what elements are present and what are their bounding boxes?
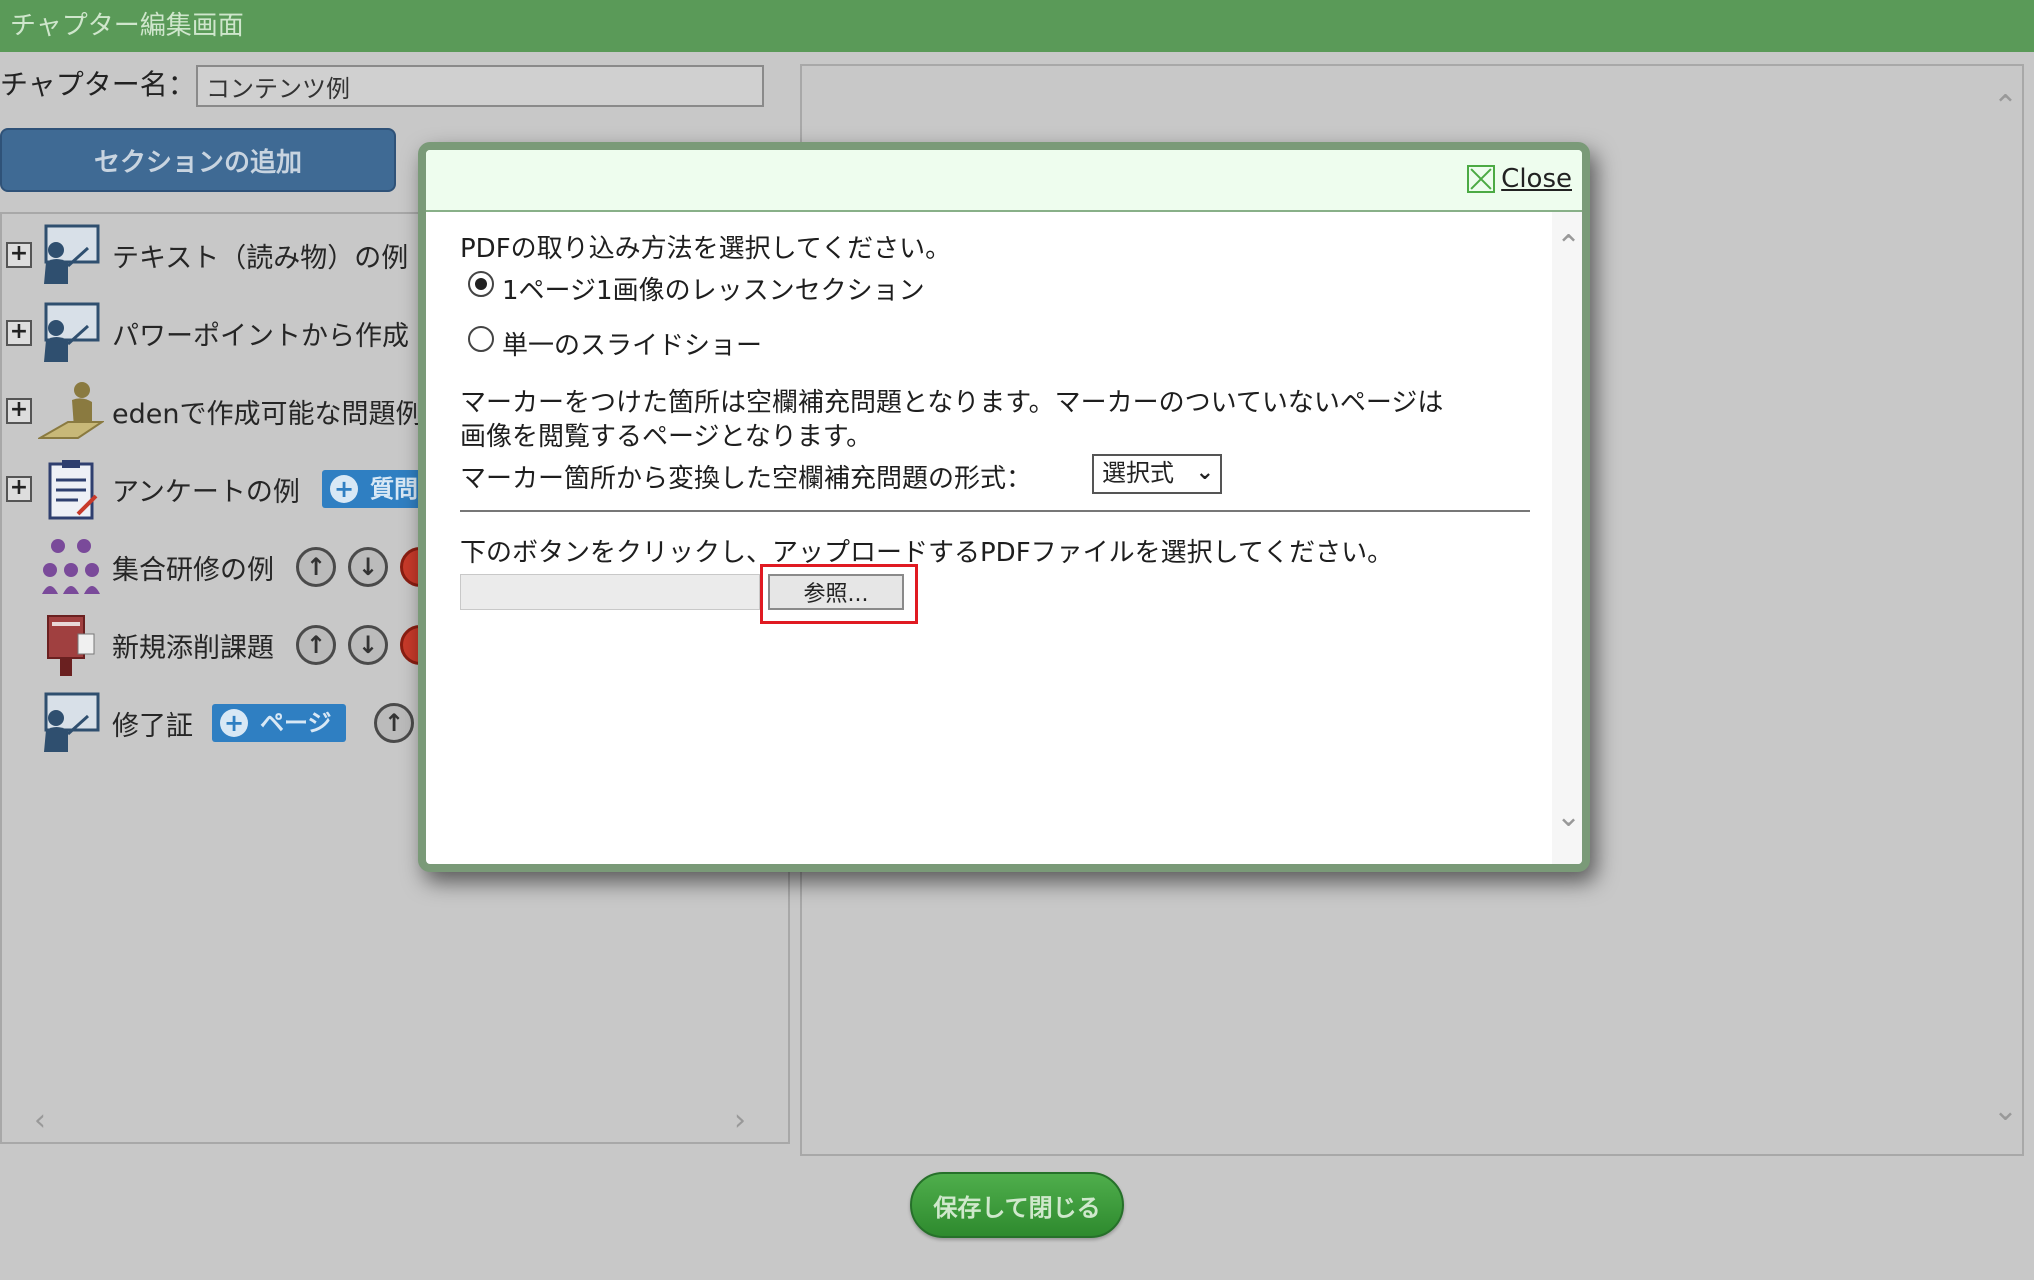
add-question-label: 質問 — [370, 475, 418, 503]
marker-note-line2: 画像を閲覧するページとなります。 — [460, 422, 873, 452]
dialog-body: PDFの取り込み方法を選択してください。 1ページ1画像のレッスンセクション 単… — [426, 212, 1554, 864]
dialog-header: Close — [426, 150, 1582, 212]
tree-item-label: edenで作成可能な問題例 — [112, 398, 423, 430]
page-header: チャプター編集画面 — [0, 0, 2034, 52]
move-up-button[interactable]: ↑ — [296, 547, 336, 587]
expand-icon[interactable]: + — [6, 242, 32, 268]
expand-icon[interactable]: + — [6, 320, 32, 346]
browse-button[interactable]: 参照... — [768, 574, 904, 610]
close-button[interactable]: Close — [1467, 164, 1572, 194]
upload-instruction: 下のボタンをクリックし、アップロードするPDFファイルを選択してください。 — [460, 538, 1394, 568]
tree-item-label: 修了証 — [112, 710, 193, 742]
close-icon — [1467, 165, 1496, 193]
student-writing-icon — [38, 382, 104, 439]
question-format-value: 選択式 — [1102, 459, 1174, 487]
add-section-button[interactable]: セクションの追加 — [0, 128, 396, 192]
scroll-left-icon[interactable]: ‹ — [34, 1106, 46, 1136]
expand-icon[interactable]: + — [6, 398, 32, 424]
pdf-import-dialog: Close PDFの取り込み方法を選択してください。 1ページ1画像のレッスンセ… — [418, 142, 1590, 872]
chapter-name-label: チャプター名： — [0, 68, 196, 101]
section-divider — [460, 510, 1530, 512]
chevron-down-icon: ⌄ — [1195, 460, 1214, 485]
expand-icon[interactable]: + — [6, 476, 32, 502]
radio-slideshow[interactable] — [468, 326, 494, 352]
close-label: Close — [1501, 164, 1572, 194]
radio-lesson-section-label[interactable]: 1ページ1画像のレッスンセクション — [502, 270, 925, 307]
group-training-icon — [42, 539, 100, 594]
tree-item-label: パワーポイントから作成 — [112, 320, 409, 352]
tree-item-label: 集合研修の例 — [112, 554, 274, 586]
move-down-button[interactable]: ↓ — [348, 625, 388, 665]
tree-item-label: テキスト（読み物）の例 — [112, 242, 409, 274]
scroll-up-icon[interactable]: ⌃ — [1993, 92, 2018, 122]
page-title: チャプター編集画面 — [10, 11, 244, 41]
scroll-down-icon[interactable]: ⌄ — [1993, 1096, 2018, 1126]
teacher-board-icon — [44, 692, 100, 752]
question-format-select[interactable]: 選択式 ⌄ — [1092, 454, 1222, 494]
move-down-button[interactable]: ↓ — [348, 547, 388, 587]
save-and-close-button[interactable]: 保存して閉じる — [910, 1172, 1124, 1238]
add-page-label: ページ — [260, 709, 332, 737]
import-method-prompt: PDFの取り込み方法を選択してください。 — [460, 234, 952, 264]
marker-note-line1: マーカーをつけた箇所は空欄補充問題となります。マーカーのついていないページは — [460, 388, 1444, 418]
dialog-scrollbar[interactable]: ⌃ ⌄ — [1552, 212, 1582, 864]
file-path-field[interactable] — [460, 574, 760, 610]
radio-lesson-section[interactable] — [468, 271, 494, 297]
move-up-button[interactable]: ↑ — [374, 703, 414, 743]
plus-icon: + — [220, 709, 248, 737]
tree-item-label: 新規添削課題 — [112, 632, 274, 664]
radio-slideshow-label[interactable]: 単一のスライドショー — [502, 325, 762, 362]
chapter-name-input[interactable] — [196, 65, 764, 107]
question-format-label: マーカー箇所から変換した空欄補充問題の形式： — [460, 464, 1033, 494]
add-page-button[interactable]: + ページ — [212, 704, 346, 742]
move-up-button[interactable]: ↑ — [296, 625, 336, 665]
clipboard-icon — [48, 460, 98, 520]
scroll-right-icon[interactable]: › — [734, 1106, 746, 1136]
teacher-board-icon — [44, 302, 100, 362]
post-box-icon — [47, 615, 95, 676]
scroll-up-icon[interactable]: ⌃ — [1556, 232, 1581, 262]
add-question-button[interactable]: + 質問 — [322, 470, 432, 508]
teacher-board-icon — [44, 224, 100, 284]
plus-icon: + — [330, 475, 358, 503]
scroll-down-icon[interactable]: ⌄ — [1556, 802, 1581, 832]
tree-item-label: アンケートの例 — [112, 476, 300, 508]
